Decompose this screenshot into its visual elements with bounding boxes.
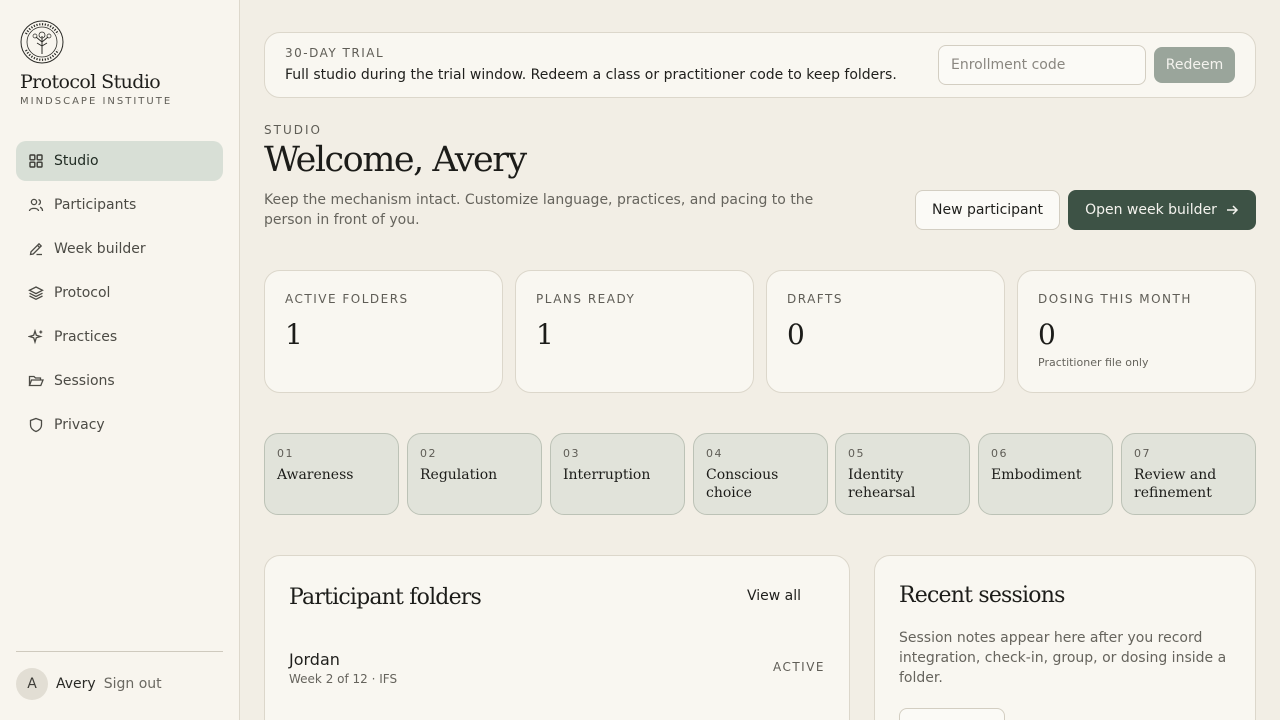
stat-note: Practitioner file only <box>1038 356 1149 369</box>
open-week-builder-label: Open week builder <box>1085 202 1217 218</box>
stat-value: 1 <box>285 318 303 351</box>
sidebar-nav: Studio Participants Week builder Protoco… <box>16 141 223 449</box>
institute-seal-logo <box>20 20 64 64</box>
step-card-regulation[interactable]: 02 Regulation <box>407 433 542 515</box>
sidebar-item-label: Practices <box>54 329 118 345</box>
user-name: Avery <box>56 676 96 692</box>
sidebar-item-label: Participants <box>54 197 137 213</box>
sidebar-divider <box>16 651 223 652</box>
arrow-right-icon <box>1226 205 1238 215</box>
sessions-action-button[interactable] <box>899 708 1005 720</box>
step-name: Awareness <box>277 467 354 483</box>
stat-value: 0 <box>787 318 805 351</box>
folder-meta: Week 2 of 12 · IFS <box>289 672 398 686</box>
sidebar: Protocol Studio MINDSCAPE INSTITUTE Stud… <box>0 0 240 720</box>
step-number: 07 <box>1134 447 1151 460</box>
stat-card-dosing: DOSING THIS MONTH 0 Practitioner file on… <box>1017 270 1256 393</box>
step-name: Review and refinement <box>1134 467 1217 501</box>
brand-subtitle: MINDSCAPE INSTITUTE <box>20 96 173 107</box>
participant-folders-title: Participant folders <box>289 585 482 610</box>
step-name: Conscious choice <box>706 467 779 501</box>
sparkle-icon <box>28 329 43 345</box>
stat-card-drafts: DRAFTS 0 <box>766 270 1005 393</box>
stat-label: DOSING THIS MONTH <box>1038 292 1192 306</box>
sidebar-item-week-builder[interactable]: Week builder <box>16 229 223 269</box>
sidebar-item-label: Protocol <box>54 285 111 301</box>
view-all-link[interactable]: View all <box>747 588 801 604</box>
sidebar-item-studio[interactable]: Studio <box>16 141 223 181</box>
stat-value: 0 <box>1038 318 1056 351</box>
stat-value: 1 <box>536 318 554 351</box>
grid-icon <box>29 154 43 168</box>
participant-folders-panel: Participant folders View all Jordan Week… <box>264 555 850 720</box>
stat-label: DRAFTS <box>787 292 843 306</box>
sign-out-link[interactable]: Sign out <box>104 676 162 692</box>
trial-text: Full studio during the trial window. Red… <box>285 67 897 83</box>
step-number: 01 <box>277 447 294 460</box>
users-icon <box>28 198 44 212</box>
step-card-embodiment[interactable]: 06 Embodiment <box>978 433 1113 515</box>
shield-icon <box>29 417 43 433</box>
folder-status-badge: ACTIVE <box>772 660 825 674</box>
page-eyebrow: STUDIO <box>264 123 322 137</box>
sidebar-item-sessions[interactable]: Sessions <box>16 361 223 401</box>
brand-title: Protocol Studio <box>20 71 161 93</box>
stat-card-plans-ready: PLANS READY 1 <box>515 270 754 393</box>
folder-name: Jordan <box>289 650 340 669</box>
step-name: Embodiment <box>991 467 1082 483</box>
stat-label: PLANS READY <box>536 292 636 306</box>
trial-label: 30-DAY TRIAL <box>285 46 385 60</box>
step-card-awareness[interactable]: 01 Awareness <box>264 433 399 515</box>
folder-open-icon <box>28 375 44 387</box>
sidebar-item-practices[interactable]: Practices <box>16 317 223 357</box>
recent-sessions-panel: Recent sessions Session notes appear her… <box>874 555 1256 720</box>
step-name: Interruption <box>563 467 651 483</box>
recent-sessions-text: Session notes appear here after you reco… <box>899 630 1227 686</box>
page-title: Welcome, Avery <box>264 140 527 180</box>
step-number: 05 <box>848 447 865 460</box>
new-participant-button[interactable]: New participant <box>915 190 1060 230</box>
redeem-button[interactable]: Redeem <box>1154 47 1235 83</box>
pencil-icon <box>29 242 43 256</box>
sidebar-item-participants[interactable]: Participants <box>16 185 223 225</box>
sidebar-item-label: Sessions <box>54 373 115 389</box>
step-card-conscious-choice[interactable]: 04 Conscious choice <box>693 433 828 515</box>
step-number: 06 <box>991 447 1008 460</box>
open-week-builder-button[interactable]: Open week builder <box>1068 190 1256 230</box>
layers-icon <box>28 286 44 301</box>
step-card-review-refinement[interactable]: 07 Review and refinement <box>1121 433 1256 515</box>
step-name: Regulation <box>420 467 498 483</box>
sidebar-item-protocol[interactable]: Protocol <box>16 273 223 313</box>
step-number: 04 <box>706 447 723 460</box>
sidebar-item-label: Studio <box>54 153 99 169</box>
page-intro: Keep the mechanism intact. Customize lan… <box>264 192 814 228</box>
avatar[interactable]: A <box>16 668 48 700</box>
user-row: A Avery Sign out <box>16 668 162 700</box>
sidebar-item-label: Privacy <box>54 417 105 433</box>
sidebar-item-privacy[interactable]: Privacy <box>16 405 223 445</box>
stat-label: ACTIVE FOLDERS <box>285 292 409 306</box>
step-number: 02 <box>420 447 437 460</box>
step-name: Identity rehearsal <box>848 467 916 501</box>
step-card-interruption[interactable]: 03 Interruption <box>550 433 685 515</box>
step-card-identity-rehearsal[interactable]: 05 Identity rehearsal <box>835 433 970 515</box>
recent-sessions-title: Recent sessions <box>899 583 1065 608</box>
step-number: 03 <box>563 447 580 460</box>
stat-card-active-folders: ACTIVE FOLDERS 1 <box>264 270 503 393</box>
sidebar-item-label: Week builder <box>54 241 146 257</box>
trial-banner: 30-DAY TRIAL Full studio during the tria… <box>264 32 1256 98</box>
folder-row[interactable]: Jordan Week 2 of 12 · IFS ACTIVE <box>289 650 825 692</box>
enrollment-code-input[interactable] <box>938 45 1146 85</box>
